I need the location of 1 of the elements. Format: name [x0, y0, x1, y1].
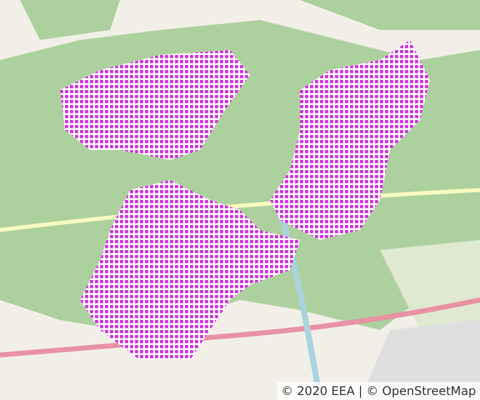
map-attribution: © 2020 EEA | © OpenStreetMap [277, 382, 480, 400]
